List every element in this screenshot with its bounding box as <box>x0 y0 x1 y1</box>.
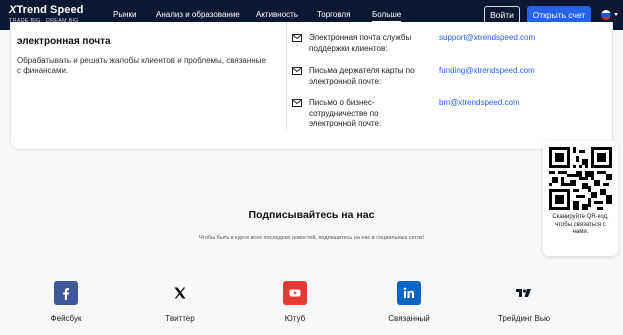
site-logo[interactable]: XTrend Speed TRADE BIG · DREAM BIG <box>9 4 84 24</box>
contact-label-funding: Письма держателя карты по электронной по… <box>309 66 415 86</box>
email-section-description: Обрабатывать и решать жалобы клиентов и … <box>17 56 266 75</box>
card-divider <box>286 22 287 130</box>
subscribe-description: Чтобы быть в курсе всех последних новост… <box>198 235 425 241</box>
social-facebook[interactable]: Фейсбук <box>26 281 106 331</box>
facebook-icon <box>54 281 78 305</box>
mail-icon <box>292 67 302 75</box>
youtube-icon <box>283 281 307 305</box>
chevron-down-icon[interactable] <box>614 13 618 16</box>
social-tradingview[interactable]: Трейдинг Вью <box>484 281 564 331</box>
nav-trading[interactable]: Торговля <box>317 10 350 19</box>
tradingview-icon <box>512 281 536 305</box>
contact-label-business: Письмо о бизнес-сотрудничестве по электр… <box>309 98 382 128</box>
contact-email-funding[interactable]: funding@xtrendspeed.com <box>439 66 535 75</box>
nav-activity[interactable]: Активность <box>256 10 298 19</box>
social-label: Твиттер <box>165 314 195 323</box>
contact-email-business[interactable]: bm@xtrendspeed.com <box>439 98 520 107</box>
social-label: Трейдинг Вью <box>497 314 550 323</box>
mail-icon <box>292 99 302 107</box>
contact-label-support: Электронная почта службы поддержки клиен… <box>309 33 412 53</box>
social-label: Фейсбук <box>50 314 82 323</box>
ru-flag-icon[interactable] <box>601 10 611 20</box>
nav-markets[interactable]: Рынки <box>113 10 136 19</box>
social-youtube[interactable]: Ютуб <box>255 281 335 331</box>
linkedin-icon <box>397 281 421 305</box>
social-label: Связанный <box>388 314 430 323</box>
subscribe-title: Подписывайтесь на нас <box>248 209 375 221</box>
social-twitter[interactable]: Твиттер <box>140 281 220 331</box>
social-label: Ютуб <box>284 314 306 323</box>
qr-code-icon <box>549 147 612 210</box>
x-twitter-icon <box>168 281 192 305</box>
logo-title: XTrend Speed <box>9 4 84 16</box>
nav-more[interactable]: Больше <box>372 10 402 22</box>
social-linkedin[interactable]: Связанный <box>369 281 449 331</box>
email-section-title: электронная почта <box>17 36 111 47</box>
mail-icon <box>292 34 302 42</box>
nav-analysis-education[interactable]: Анализ и образование <box>156 10 240 19</box>
contact-email-support[interactable]: support@xtrendspeed.com <box>439 33 535 42</box>
